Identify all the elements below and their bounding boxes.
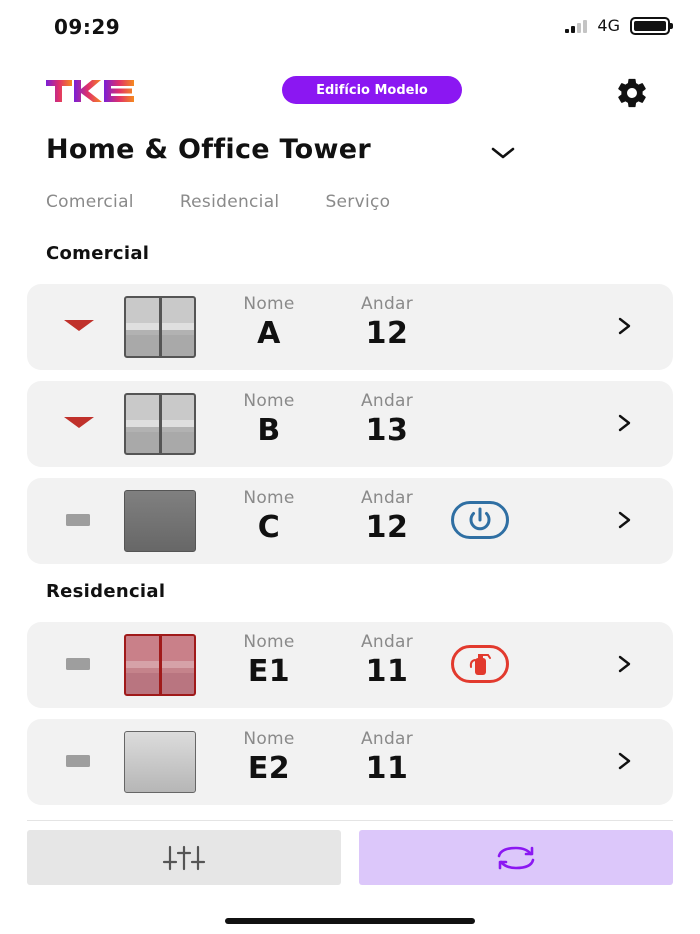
elevator-floor-field: Andar 11: [347, 729, 427, 786]
elevator-floor-field: Andar 11: [347, 632, 427, 689]
filter-tabs: Comercial Residencial Serviço: [46, 192, 390, 212]
elevator-floor-field: Andar 13: [347, 391, 427, 448]
signal-icon: [565, 19, 588, 33]
sliders-icon: [162, 845, 206, 870]
elevator-card[interactable]: Nome B Andar 13: [27, 381, 673, 467]
chevron-right-icon[interactable]: [615, 314, 635, 338]
name-label: Nome: [243, 632, 295, 652]
elevator-name-field: Nome A: [229, 294, 309, 351]
down-arrow-icon: [64, 417, 94, 428]
filter-settings-button[interactable]: [27, 830, 341, 885]
elevator-name: C: [257, 510, 281, 545]
elevator-card[interactable]: Nome E1 Andar 11: [27, 622, 673, 708]
idle-status-icon: [66, 658, 90, 670]
home-indicator[interactable]: [225, 918, 475, 924]
floor-label: Andar: [360, 488, 414, 508]
elevator-floor-field: Andar 12: [347, 294, 427, 351]
bottom-action-bar: [0, 820, 700, 890]
tab-servico[interactable]: Serviço: [325, 192, 390, 212]
section-title-comercial: Comercial: [46, 243, 150, 264]
elevator-name: E1: [247, 654, 291, 689]
elevator-name-field: Nome B: [229, 391, 309, 448]
floor-label: Andar: [360, 632, 414, 652]
name-label: Nome: [243, 294, 295, 314]
tower-title[interactable]: Home & Office Tower: [46, 134, 371, 165]
elevator-name: A: [257, 316, 281, 351]
elevator-floor-field: Andar 12: [347, 488, 427, 545]
name-label: Nome: [243, 391, 295, 411]
elevator-card[interactable]: Nome E2 Andar 11: [27, 719, 673, 805]
section-title-residencial: Residencial: [46, 581, 166, 602]
tab-comercial[interactable]: Comercial: [46, 192, 134, 212]
elevator-name: E2: [247, 751, 291, 786]
elevator-floor: 12: [365, 316, 409, 351]
elevator-name-field: Nome E1: [229, 632, 309, 689]
idle-status-icon: [66, 755, 90, 767]
fire-extinguisher-icon: [451, 645, 509, 683]
refresh-icon: [497, 846, 535, 869]
name-label: Nome: [243, 488, 295, 508]
status-time: 09:29: [54, 15, 121, 39]
network-type: 4G: [597, 16, 620, 35]
elevator-car-icon: [124, 634, 196, 696]
status-indicators: 4G: [565, 16, 673, 35]
elevator-floor: 11: [365, 751, 409, 786]
floor-label: Andar: [360, 294, 414, 314]
divider: [27, 820, 673, 821]
gear-icon: [618, 78, 646, 108]
chevron-down-icon[interactable]: [488, 140, 518, 166]
idle-status-icon: [66, 514, 90, 526]
elevator-floor: 12: [365, 510, 409, 545]
floor-label: Andar: [360, 391, 414, 411]
elevator-card[interactable]: Nome C Andar 12: [27, 478, 673, 564]
elevator-name: B: [257, 413, 281, 448]
status-bar: 09:29 4G: [0, 0, 700, 52]
elevator-car-icon: [124, 490, 196, 552]
floor-label: Andar: [360, 729, 414, 749]
chevron-right-icon[interactable]: [615, 749, 635, 773]
settings-button[interactable]: [610, 76, 654, 110]
elevator-car-icon: [124, 731, 196, 793]
elevator-car-icon: [124, 296, 196, 358]
chevron-right-icon[interactable]: [615, 652, 635, 676]
refresh-button[interactable]: [359, 830, 673, 885]
down-arrow-icon: [64, 320, 94, 331]
app-header: Edifício Modelo: [0, 70, 700, 114]
chevron-right-icon[interactable]: [615, 508, 635, 532]
elevator-floor: 13: [365, 413, 409, 448]
elevator-car-icon: [124, 393, 196, 455]
name-label: Nome: [243, 729, 295, 749]
elevator-name-field: Nome C: [229, 488, 309, 545]
power-icon: [451, 501, 509, 539]
battery-icon: [630, 16, 673, 35]
elevator-card[interactable]: Nome A Andar 12: [27, 284, 673, 370]
elevator-floor: 11: [365, 654, 409, 689]
tke-logo: [46, 80, 134, 102]
elevator-name-field: Nome E2: [229, 729, 309, 786]
tab-residencial[interactable]: Residencial: [180, 192, 280, 212]
building-selector-pill[interactable]: Edifício Modelo: [282, 76, 462, 104]
chevron-right-icon[interactable]: [615, 411, 635, 435]
